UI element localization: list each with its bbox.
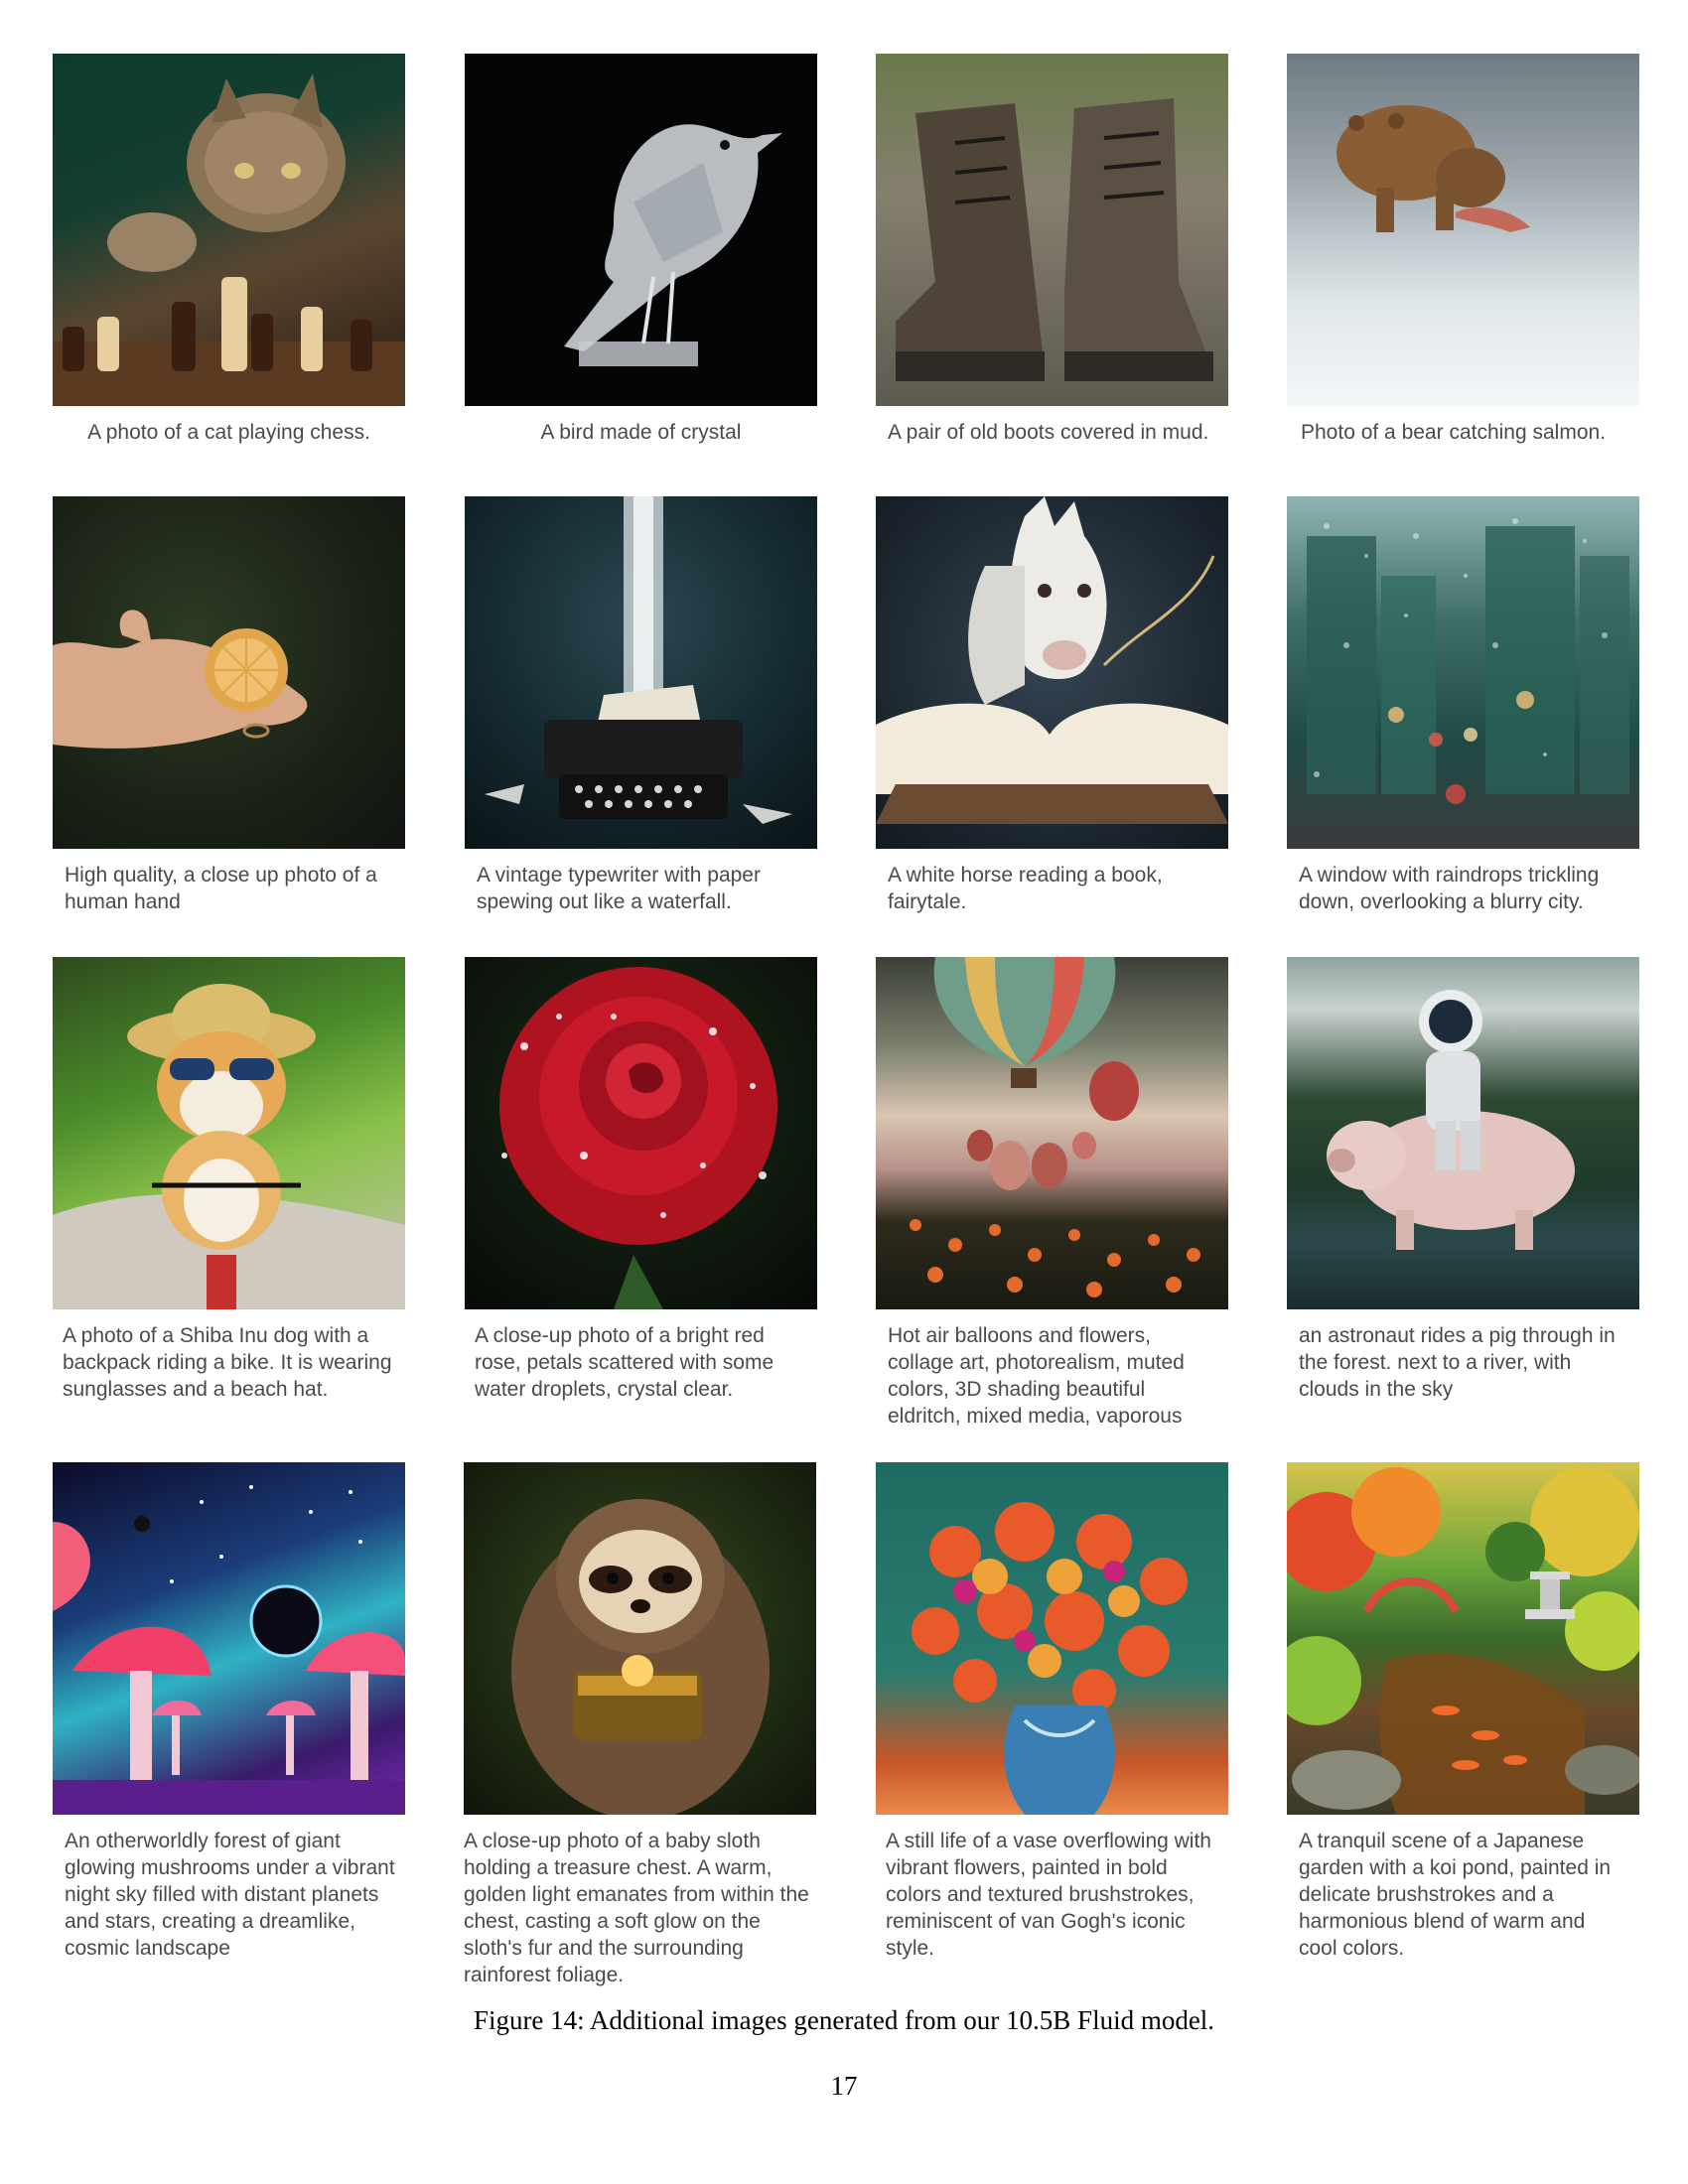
page-number: 17 [830,2071,858,2101]
figure-caption: Figure 14: Additional images generated f… [473,2005,1215,2035]
image-caption: A still life of a vase overflowing with … [886,1830,1211,1960]
generated-image-cat-chess [53,54,405,406]
image-caption: High quality, a close up photo of a huma… [65,864,377,913]
image-caption: A close-up photo of a bright red rose, p… [475,1324,774,1401]
generated-image-human-hand [53,496,405,849]
generated-image-shiba-bike [53,957,405,1309]
generated-image-typewriter [465,496,817,849]
generated-image-astronaut-pig [1287,957,1639,1309]
generated-image-crystal-bird [465,54,817,406]
generated-image-hot-air-balloons [876,957,1228,1309]
generated-image-bear-salmon [1287,54,1639,406]
image-grid: A photo of a cat playing chess. A bird m… [0,0,1688,1986]
image-caption: A close-up photo of a baby sloth holding… [464,1830,809,1986]
generated-image-raindrop-window [1287,496,1639,849]
generated-image-muddy-boots [876,54,1228,406]
image-caption: Hot air balloons and flowers, collage ar… [888,1324,1185,1428]
image-caption: Photo of a bear catching salmon. [1301,421,1607,444]
image-caption: A photo of a Shiba Inu dog with a backpa… [63,1324,392,1401]
generated-image-red-rose [465,957,817,1309]
generated-image-baby-sloth [464,1462,816,1815]
generated-image-vase-flowers [876,1462,1228,1815]
image-caption: A vintage typewriter with paper spewing … [477,864,761,913]
image-caption: an astronaut rides a pig through in the … [1299,1324,1616,1401]
image-caption: A tranquil scene of a Japanese garden wi… [1299,1830,1612,1960]
image-caption: A white horse reading a book, fairytale. [888,864,1163,913]
generated-image-white-horse [876,496,1228,849]
image-caption: A pair of old boots covered in mud. [888,421,1209,444]
generated-image-japanese-garden [1287,1462,1639,1815]
image-caption: A photo of a cat playing chess. [87,421,370,444]
generated-image-glowing-mushrooms [53,1462,405,1815]
image-caption: A bird made of crystal [540,421,742,444]
image-caption: A window with raindrops trickling down, … [1299,864,1600,913]
image-caption: An otherworldly forest of giant glowing … [65,1830,395,1960]
